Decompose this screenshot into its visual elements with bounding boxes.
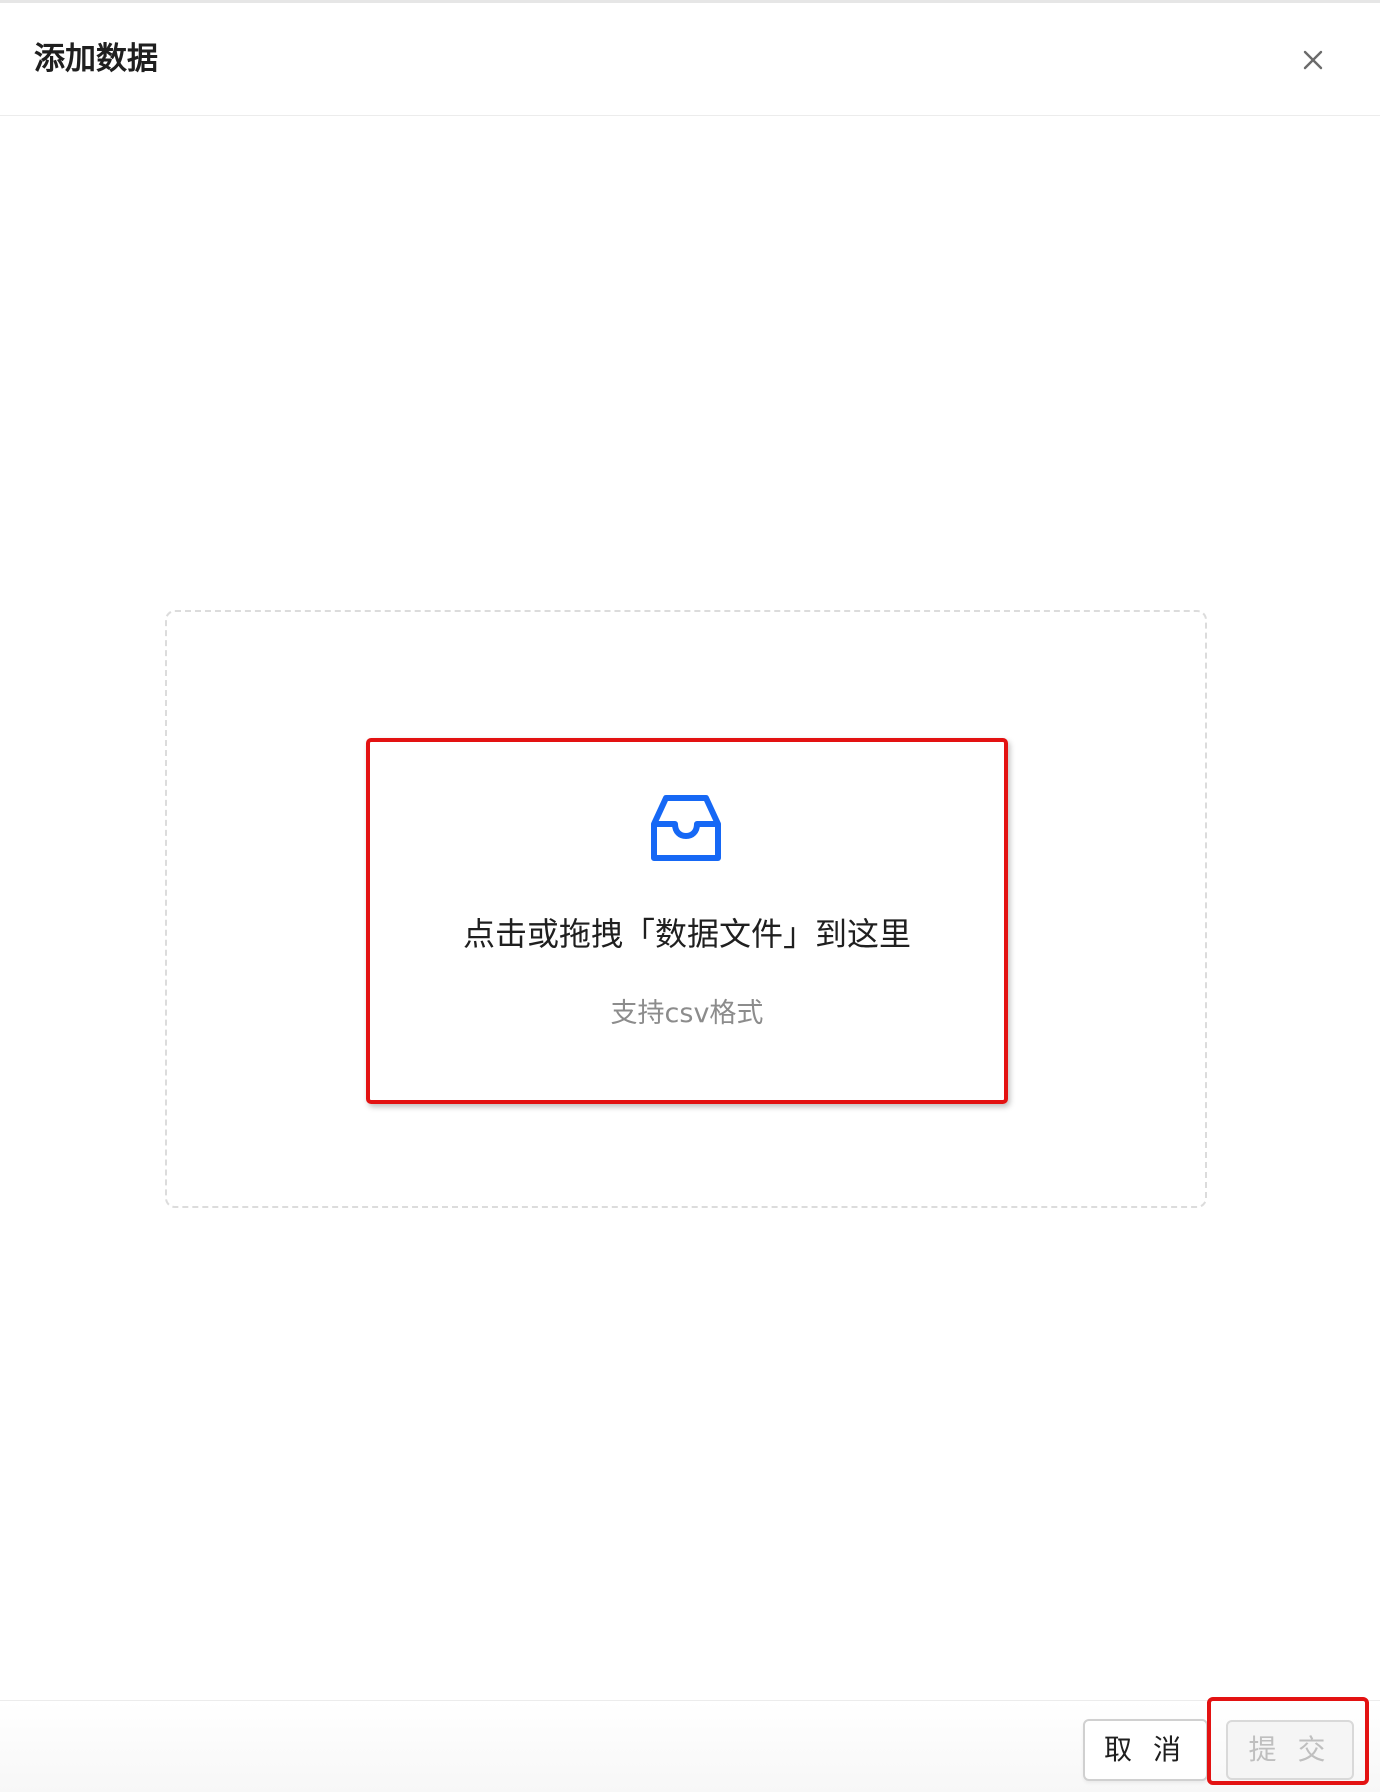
- modal-title: 添加数据: [34, 41, 158, 77]
- close-icon: [1303, 50, 1323, 70]
- close-button[interactable]: [1296, 43, 1330, 77]
- submit-highlight-annotation: [1207, 1697, 1369, 1785]
- cancel-button[interactable]: 取 消: [1083, 1719, 1208, 1781]
- dropzone-highlight-annotation: [366, 738, 1008, 1104]
- add-data-modal: 添加数据 点击或拖拽「数据文件」到这里 支持csv格式 取 消 提 交: [0, 0, 1380, 1792]
- modal-header: 添加数据: [0, 3, 1380, 116]
